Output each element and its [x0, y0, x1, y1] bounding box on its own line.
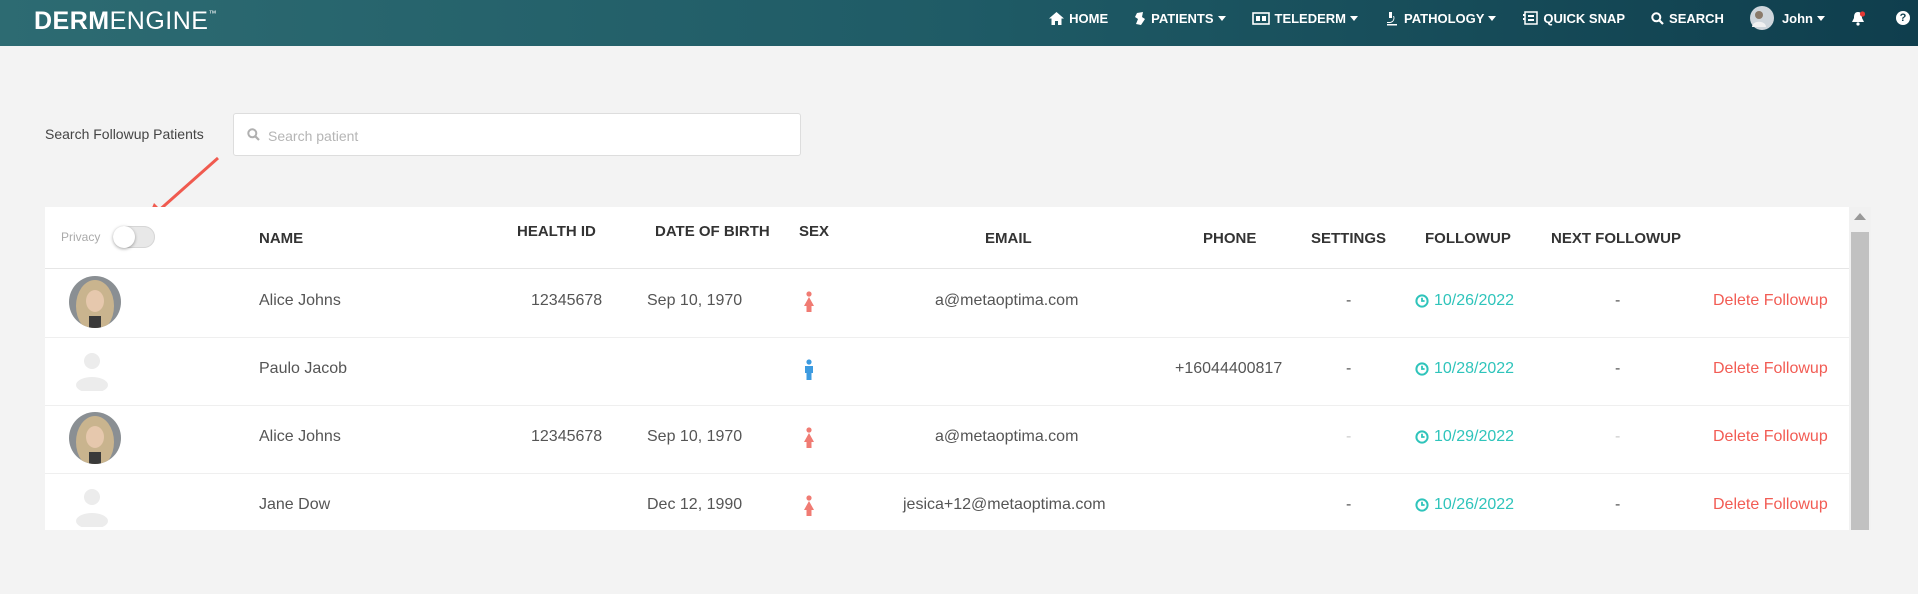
phone: +16044400817 — [1175, 360, 1283, 377]
next-followup: - — [1615, 428, 1621, 445]
male-icon — [805, 359, 813, 380]
col-header-email[interactable]: EMAIL — [985, 230, 1032, 247]
placeholder-avatar-icon — [76, 489, 108, 527]
home-icon — [1049, 11, 1065, 25]
table-row[interactable]: Jane Dow Dec 12, 1990 jesica+12@metaopti… — [45, 473, 1849, 530]
patient-name[interactable]: Jane Dow — [259, 496, 330, 514]
female-icon — [804, 291, 814, 312]
nav-quick-snap[interactable]: QUICK SNAP — [1522, 11, 1625, 26]
chevron-down-icon — [1217, 15, 1226, 21]
col-header-dob[interactable]: DATE OF BIRTH — [655, 223, 770, 240]
email: a@metaoptima.com — [935, 292, 1079, 309]
derm-engine-logo[interactable]: DERMENGINE™ — [34, 7, 217, 36]
user-avatar-icon — [1752, 11, 1767, 27]
search-icon — [247, 128, 260, 141]
patient-photo-icon — [69, 412, 121, 464]
nav-notifications[interactable] — [1851, 10, 1870, 26]
next-followup: - — [1615, 292, 1621, 309]
search-patient-input[interactable] — [266, 125, 770, 147]
table-row[interactable]: Paulo Jacob +16044400817 - 10/28/2022 - … — [45, 337, 1849, 406]
scroll-up-arrow-icon[interactable] — [1854, 213, 1866, 220]
col-header-health-id[interactable]: HEALTH ID — [517, 223, 596, 240]
search-label: Search Followup Patients — [45, 126, 204, 142]
email: jesica+12@metaoptima.com — [903, 496, 1106, 513]
date-of-birth: Sep 10, 1970 — [647, 428, 743, 445]
followup-date[interactable]: 10/29/2022 — [1415, 428, 1514, 446]
clock-icon — [1415, 498, 1429, 512]
patient-avatar — [69, 412, 121, 464]
followup-date[interactable]: 10/26/2022 — [1415, 496, 1514, 514]
microscope-icon — [1387, 11, 1397, 25]
chevron-down-icon — [1350, 15, 1358, 21]
col-header-name[interactable]: NAME — [259, 230, 303, 247]
privacy-label: Privacy — [61, 230, 101, 244]
table-header: Privacy NAME HEALTH ID DATE OF BIRTH SEX… — [45, 207, 1849, 269]
clock-icon — [1415, 430, 1429, 444]
delete-followup-button[interactable]: Delete Followup — [1713, 496, 1828, 514]
settings: - — [1346, 292, 1352, 309]
settings: - — [1346, 360, 1352, 377]
nav-search[interactable]: SEARCH — [1651, 11, 1724, 26]
clock-icon — [1415, 362, 1429, 376]
col-header-phone[interactable]: PHONE — [1203, 230, 1256, 247]
quick-snap-icon — [1523, 11, 1539, 25]
nav-telederm[interactable]: TELEDERM — [1251, 11, 1358, 26]
chevron-down-icon — [1488, 15, 1497, 21]
patient-name[interactable]: Paulo Jacob — [259, 360, 347, 378]
placeholder-avatar-icon — [76, 353, 108, 391]
date-of-birth: Sep 10, 1970 — [647, 292, 743, 309]
delete-followup-button[interactable]: Delete Followup — [1713, 292, 1828, 310]
patient-photo-icon — [69, 276, 121, 328]
toggle-knob — [113, 226, 135, 248]
patient-avatar — [69, 276, 121, 328]
settings: - — [1346, 428, 1352, 445]
clock-icon — [1415, 294, 1429, 308]
table-row[interactable]: Alice Johns 12345678 Sep 10, 1970 a@meta… — [45, 405, 1849, 474]
main-nav: HOME PATIENTS TELEDERM PATHOLOGY QUICK S… — [1023, 0, 1918, 36]
nav-user-menu[interactable]: John — [1749, 6, 1825, 30]
followup-date[interactable]: 10/26/2022 — [1415, 292, 1514, 310]
user-avatar — [1749, 6, 1774, 30]
delete-followup-button[interactable]: Delete Followup — [1713, 428, 1828, 446]
next-followup: - — [1615, 496, 1621, 513]
settings: - — [1346, 496, 1352, 513]
help-icon[interactable]: ? — [1896, 11, 1910, 25]
bell-icon — [1852, 10, 1865, 26]
privacy-toggle[interactable] — [113, 226, 155, 248]
date-of-birth: Dec 12, 1990 — [647, 496, 743, 513]
delete-followup-button[interactable]: Delete Followup — [1713, 360, 1828, 378]
female-icon — [804, 427, 814, 448]
nav-pathology[interactable]: PATHOLOGY — [1384, 11, 1497, 26]
patient-name[interactable]: Alice Johns — [259, 428, 341, 446]
col-header-sex[interactable]: SEX — [799, 223, 829, 240]
col-header-followup[interactable]: FOLLOWUP — [1425, 230, 1511, 247]
table-row[interactable]: Alice Johns 12345678 Sep 10, 1970 a@meta… — [45, 269, 1849, 338]
patients-icon — [1135, 11, 1146, 25]
followup-patients-table: Privacy NAME HEALTH ID DATE OF BIRTH SEX… — [45, 207, 1849, 530]
col-header-next-followup[interactable]: NEXT FOLLOWUP — [1551, 230, 1681, 247]
patient-name[interactable]: Alice Johns — [259, 292, 341, 310]
followup-date[interactable]: 10/28/2022 — [1415, 360, 1514, 378]
chevron-down-icon — [1817, 15, 1825, 21]
nav-home[interactable]: HOME — [1049, 11, 1108, 26]
health-id: 12345678 — [531, 292, 603, 309]
next-followup: - — [1615, 360, 1621, 377]
table-scrollbar[interactable] — [1849, 207, 1871, 530]
female-icon — [804, 495, 814, 516]
telederm-icon — [1251, 11, 1270, 25]
col-header-settings[interactable]: SETTINGS — [1311, 230, 1386, 247]
search-box — [233, 113, 801, 156]
top-nav-bar: DERMENGINE™ HOME PATIENTS TELEDERM PATHO… — [0, 0, 1918, 46]
search-icon — [1651, 11, 1664, 25]
nav-patients[interactable]: PATIENTS — [1134, 11, 1226, 26]
health-id: 12345678 — [531, 428, 603, 445]
scrollbar-thumb[interactable] — [1851, 232, 1869, 530]
email: a@metaoptima.com — [935, 428, 1079, 445]
